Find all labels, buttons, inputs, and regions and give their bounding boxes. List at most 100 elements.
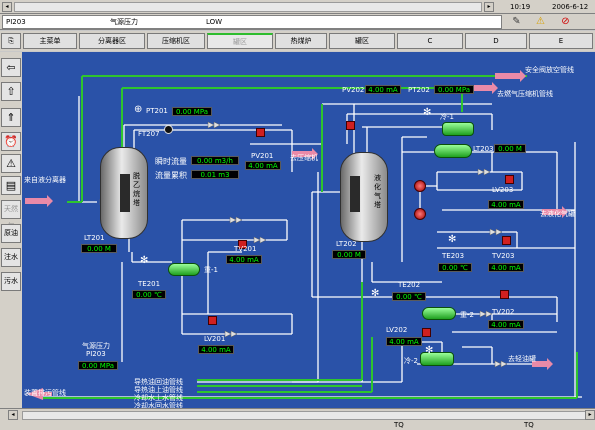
tv201-value: 4.00 mA — [226, 255, 262, 264]
fan-icon: ✻ — [423, 107, 432, 118]
lt202-value: 0.00 M — [332, 250, 366, 259]
lt203-tag: LT203 — [473, 145, 494, 153]
sidebar-item-crude-oil[interactable]: 原油 — [1, 224, 21, 243]
flow-accum-value: 0.01 m3 — [191, 170, 239, 179]
scroll-left-button[interactable]: ◂ — [8, 410, 18, 420]
tv202-tag: TV202 — [492, 308, 515, 316]
bottom-scroll-track[interactable] — [22, 411, 594, 420]
lv203-tag: LV203 — [492, 186, 514, 194]
pt201-tag: PT201 — [146, 107, 168, 115]
flow-instant-label: 瞬时流量 — [155, 157, 187, 166]
top-bar: ◂ ▸ 10:19 2006-6-12 — [0, 0, 595, 14]
bottom-bar: ◂ ▸ TQ TQ — [0, 408, 595, 430]
tab-tank-area-active[interactable]: 罐区 — [207, 33, 273, 49]
exchanger-r1-label: 重-1 — [204, 266, 218, 274]
exchanger-r1[interactable] — [168, 263, 200, 276]
tab-c[interactable]: C — [397, 33, 463, 49]
pipe-label-to-light-oil-tank: 去轻油罐 — [508, 355, 536, 363]
pv202-value: 4.00 mA — [365, 85, 401, 94]
scroll-right-button[interactable]: ▸ — [484, 2, 494, 12]
pi203-value: 0.00 MPa — [78, 361, 118, 370]
no-entry-icon[interactable]: ⊘ — [558, 15, 573, 29]
tab-tank-area[interactable]: 罐区 — [329, 33, 395, 49]
up-outline-arrow-icon[interactable]: ⇑ — [1, 108, 21, 127]
sidebar: ⇦ ⇧ ⇑ ⏰ ⚠ ▤ 天然气 原油 注水 污水 — [0, 52, 22, 408]
vessel-lpg-tower-label: 液化气塔 — [374, 174, 381, 209]
trend-icon[interactable]: ▤ — [1, 176, 21, 195]
scroll-left-button[interactable]: ◂ — [2, 2, 12, 12]
te201-value: 0.00 ℃ — [132, 290, 166, 299]
alarm-line[interactable] — [2, 15, 502, 29]
pipe-label-safety-vent: 安全阀放空管线 — [525, 66, 574, 74]
tab-separator-area[interactable]: 分离器区 — [79, 33, 145, 49]
lpg-tower-level-gauge — [350, 176, 360, 212]
lv202-value: 4.00 mA — [386, 337, 422, 346]
lv202-tag: LV202 — [386, 326, 408, 334]
pump-icon[interactable] — [414, 208, 426, 220]
temperature-gauge-icon: ✻ — [371, 288, 380, 299]
te203-value: 0.00 ℃ — [438, 263, 472, 272]
reflux-tank[interactable] — [434, 144, 472, 158]
tab-heater[interactable]: 热煤炉 — [275, 33, 327, 49]
tv203-tag: TV203 — [492, 252, 515, 260]
lt202-tag: LT202 — [336, 240, 357, 248]
back-arrow-icon[interactable]: ⇦ — [1, 58, 21, 77]
sidebar-item-water-injection[interactable]: 注水 — [1, 248, 21, 267]
control-valve-lv203[interactable] — [505, 175, 514, 184]
status-left: TQ — [394, 421, 404, 429]
control-valve-lv201[interactable] — [208, 316, 217, 325]
exchanger-e1[interactable] — [442, 122, 474, 136]
te202-tag: TE202 — [398, 281, 421, 289]
temperature-gauge-icon: ✻ — [140, 255, 149, 266]
pt201-value: 0.00 MPa — [172, 107, 212, 116]
notebook-icon[interactable]: ✎ — [509, 15, 524, 29]
alarm-description: 气源压力 — [110, 18, 138, 26]
control-valve-pv202[interactable] — [346, 121, 355, 130]
caution-icon[interactable]: ⚠ — [1, 154, 21, 173]
top-scroll-track[interactable] — [14, 2, 482, 12]
tab-main-menu[interactable]: 主菜单 — [23, 33, 77, 49]
vessel-deethanizer-label: 脱乙烷塔 — [133, 172, 140, 207]
flow-meter-icon — [164, 125, 173, 134]
control-valve-tv202[interactable] — [500, 290, 509, 299]
pv201-tag: PV201 — [251, 152, 274, 160]
tab-compressor-area[interactable]: 压缩机区 — [147, 33, 205, 49]
alarm-bar: PI203 气源压力 LOW ✎ ⚠ ⊘ — [0, 14, 595, 30]
pipe-label-sewage: 装置排污管线 — [24, 389, 66, 397]
ft207-tag: FT207 — [138, 130, 160, 138]
exchanger-r2[interactable] — [422, 307, 456, 320]
clock: 10:19 — [510, 3, 531, 11]
deethanizer-level-gauge — [120, 174, 130, 212]
exchanger-e2-label: 冷-2 — [404, 357, 418, 365]
exchanger-r2-label: 重-2 — [460, 311, 474, 319]
lv201-value: 4.00 mA — [198, 345, 234, 354]
status-right: TQ — [524, 421, 534, 429]
pv202-tag: PV202 — [342, 86, 365, 94]
alarm-clock-icon[interactable]: ⏰ — [1, 132, 21, 151]
up-arrow-icon[interactable]: ⇧ — [1, 82, 21, 101]
pump-icon[interactable] — [414, 180, 426, 192]
temperature-gauge-icon: ✻ — [448, 234, 457, 245]
pv201-value: 4.00 mA — [245, 161, 281, 170]
pressure-gauge-icon: ⊕ — [134, 104, 143, 115]
scroll-right-button[interactable]: ▸ — [585, 410, 595, 420]
pt202-tag: PT202 — [408, 86, 430, 94]
control-valve-pv201[interactable] — [256, 128, 265, 137]
lt203-value: 0.00 M — [494, 144, 526, 153]
sidebar-item-sewage[interactable]: 污水 — [1, 272, 21, 291]
control-valve-lv202[interactable] — [422, 328, 431, 337]
tab-e[interactable]: E — [529, 33, 593, 49]
copy-icon[interactable]: ⎘ — [1, 33, 21, 49]
lt201-tag: LT201 — [84, 234, 105, 242]
control-valve-tv203[interactable] — [502, 236, 511, 245]
tab-d[interactable]: D — [465, 33, 527, 49]
process-diagram: 脱乙烷塔 液化气塔 重-1 重-2 冷-1 冷-2 ⊕ ✻ ✻ ✻ ✻ ✻ 安全… — [22, 52, 595, 410]
flow-accum-label: 流量累积 — [155, 171, 187, 180]
lv203-value: 4.00 mA — [488, 200, 524, 209]
pipe-label-to-compressor: 去压缩机 — [290, 154, 318, 162]
te203-tag: TE203 — [442, 252, 465, 260]
fan-icon: ✻ — [425, 345, 434, 356]
warning-icon[interactable]: ⚠ — [533, 15, 548, 29]
pipe-label-to-compressor-top: 去燃气压缩机管线 — [497, 90, 553, 98]
sidebar-item-gas[interactable]: 天然气 — [1, 200, 21, 230]
